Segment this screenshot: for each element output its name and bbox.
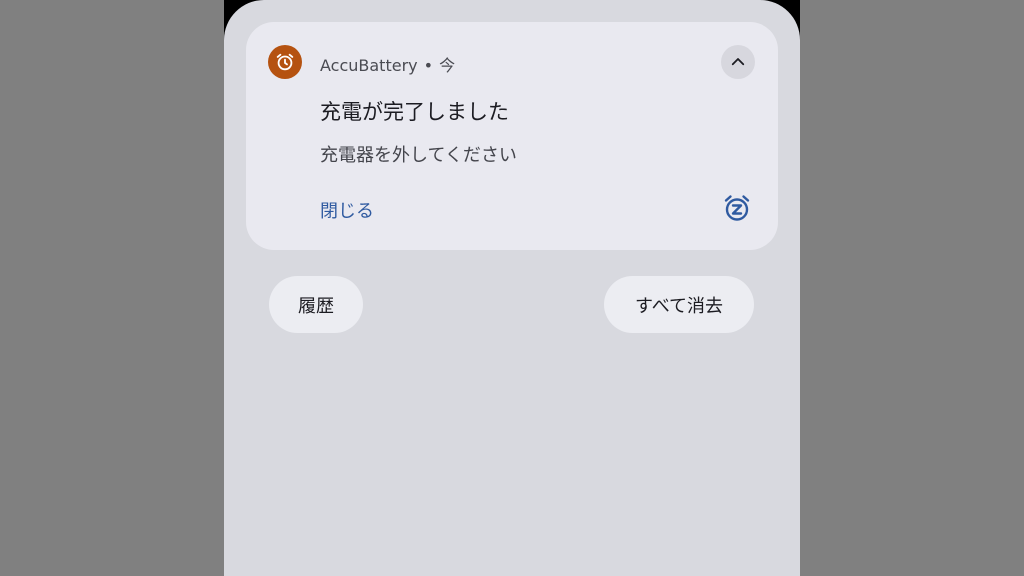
separator-dot: • [423,56,434,75]
app-name: AccuBattery [320,56,418,75]
notification-shade: AccuBattery • 今 充電が完了しました 充電器を外してください 閉じる … [224,0,800,576]
notification-title: 充電が完了しました [320,100,509,124]
close-action-button[interactable]: 閉じる [320,197,374,223]
notification-card[interactable]: AccuBattery • 今 充電が完了しました 充電器を外してください 閉じる [246,22,778,250]
chevron-up-icon [731,58,745,66]
notification-header: AccuBattery • 今 [320,52,455,76]
clear-all-button[interactable]: すべて消去 [604,276,754,333]
notification-time: 今 [439,56,456,75]
alarm-clock-icon [268,45,302,79]
history-button[interactable]: 履歴 [269,276,363,333]
phone-screen: AccuBattery • 今 充電が完了しました 充電器を外してください 閉じる … [224,0,800,576]
collapse-button[interactable] [721,45,755,79]
notification-body: 充電器を外してください [320,145,517,166]
snooze-alarm-icon[interactable] [722,193,752,223]
